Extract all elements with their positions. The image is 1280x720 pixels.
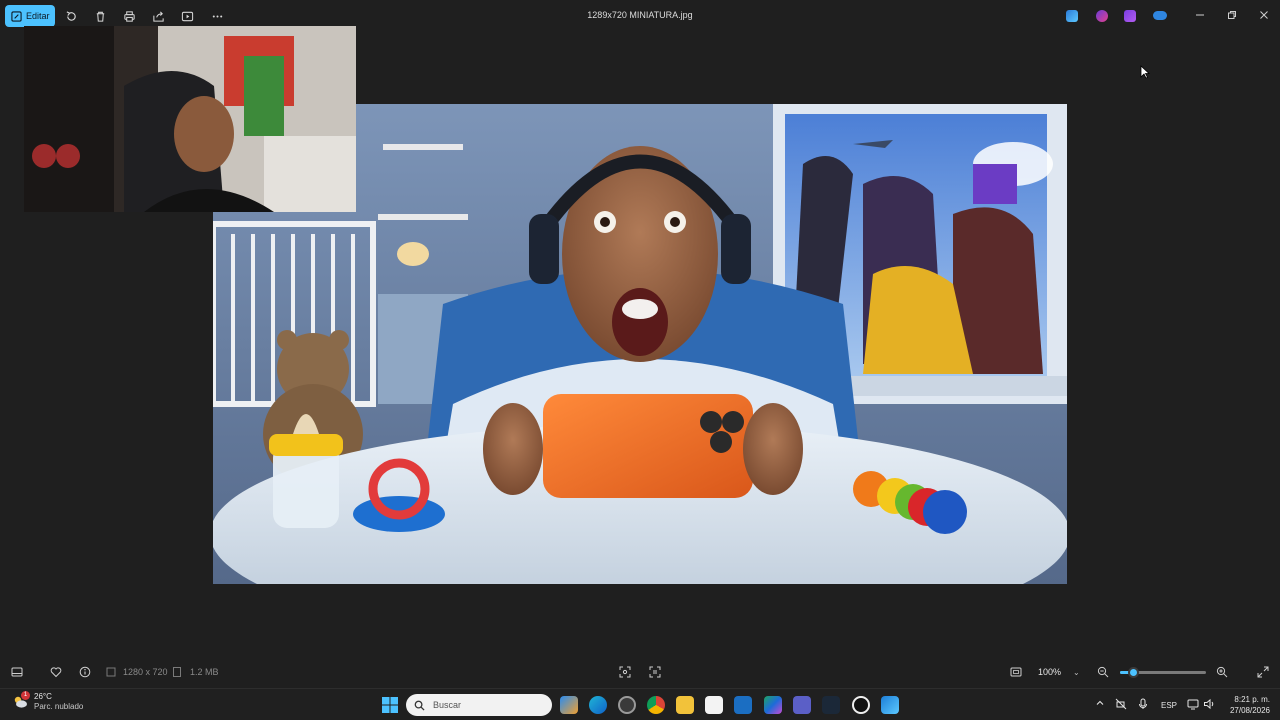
share-icon[interactable] xyxy=(151,9,165,23)
search-placeholder: Buscar xyxy=(433,700,462,710)
microphone-icon[interactable] xyxy=(1138,698,1148,712)
text-scan-icon[interactable] xyxy=(648,665,662,679)
file-explorer-taskbar-icon[interactable] xyxy=(676,696,694,714)
delete-icon[interactable] xyxy=(93,9,107,23)
webcam-feed xyxy=(24,26,356,212)
edit-icon xyxy=(11,10,22,22)
restore-icon[interactable] xyxy=(1225,8,1239,22)
photos-app-window: Editar 1289x720 MINIATURA.jpg 1280 x 720… xyxy=(0,0,1280,688)
app-taskbar-icon[interactable] xyxy=(852,696,870,714)
file-size-icon xyxy=(170,665,184,679)
network-muted-icon[interactable] xyxy=(1115,698,1127,712)
copilot-taskbar-icon[interactable] xyxy=(560,696,578,714)
weather-condition: Parc. nublado xyxy=(34,702,84,711)
teams-taskbar-icon[interactable] xyxy=(793,696,811,714)
photos-taskbar-icon[interactable] xyxy=(881,696,899,714)
volume-icon[interactable] xyxy=(1203,698,1215,712)
weather-widget[interactable]: 1 26°C Parc. nublado xyxy=(12,691,84,712)
webcam-overlay xyxy=(24,26,356,212)
onedrive-icon[interactable] xyxy=(1153,11,1167,20)
file-info-icon[interactable] xyxy=(78,665,92,679)
clock-date: 27/08/2026 xyxy=(1229,706,1270,715)
fullscreen-icon[interactable] xyxy=(1256,665,1270,679)
edge-taskbar-icon[interactable] xyxy=(589,696,607,714)
mail-taskbar-icon[interactable] xyxy=(734,696,752,714)
zoom-out-icon[interactable] xyxy=(1096,665,1110,679)
clipchamp-app-icon[interactable] xyxy=(1124,10,1136,22)
start-button[interactable] xyxy=(381,696,399,714)
image-dimensions: 1280 x 720 xyxy=(123,667,168,677)
zoom-dropdown[interactable]: 100% ⌄ xyxy=(1028,662,1086,682)
slideshow-icon[interactable] xyxy=(180,9,194,23)
file-title: 1289x720 MINIATURA.jpg xyxy=(587,10,693,20)
search-icon xyxy=(414,700,425,711)
filmstrip-icon[interactable] xyxy=(10,665,24,679)
weather-icon: 1 xyxy=(12,691,30,710)
minimize-icon[interactable] xyxy=(1193,8,1207,22)
clock-time: 8:21 p. m. xyxy=(1234,695,1270,704)
copilot-app-icon[interactable] xyxy=(1096,10,1108,22)
taskbar-clock[interactable]: 8:21 p. m. 27/08/2026 xyxy=(1220,694,1270,716)
visual-search-icon[interactable] xyxy=(618,665,632,679)
edit-button[interactable]: Editar xyxy=(5,5,55,27)
rotate-icon[interactable] xyxy=(64,9,78,23)
display-icon[interactable] xyxy=(1187,698,1199,712)
taskbar-search-box[interactable]: Buscar xyxy=(406,694,552,716)
obs-taskbar-icon[interactable] xyxy=(618,696,636,714)
zoom-level: 100% xyxy=(1038,667,1062,677)
mouse-cursor xyxy=(1140,65,1151,84)
store-taskbar-icon[interactable] xyxy=(705,696,723,714)
chrome-taskbar-icon[interactable] xyxy=(647,696,665,714)
taskbar: 1 26°C Parc. nublado Buscar ESP 8:21 p. … xyxy=(0,688,1280,720)
designer-app-icon[interactable] xyxy=(1066,10,1078,22)
steam-taskbar-icon[interactable] xyxy=(822,696,840,714)
status-bar: 1280 x 720 1.2 MB xyxy=(0,656,1280,688)
favorite-icon[interactable] xyxy=(49,665,63,679)
resolution-icon xyxy=(104,665,118,679)
more-options-icon[interactable] xyxy=(210,9,224,23)
fit-to-window-icon[interactable] xyxy=(1009,665,1023,679)
edit-button-label: Editar xyxy=(26,11,50,21)
chevron-down-icon: ⌄ xyxy=(1073,667,1080,677)
microsoft365-taskbar-icon[interactable] xyxy=(764,696,782,714)
weather-temperature: 26°C xyxy=(34,692,52,701)
weather-badge: 1 xyxy=(21,691,30,700)
zoom-in-icon[interactable] xyxy=(1215,665,1229,679)
chevron-up-icon[interactable] xyxy=(1095,698,1105,710)
file-size: 1.2 MB xyxy=(190,667,219,677)
zoom-slider[interactable] xyxy=(1120,667,1206,678)
windows-icon xyxy=(382,697,398,713)
print-icon[interactable] xyxy=(122,9,136,23)
language-indicator[interactable]: ESP xyxy=(1161,701,1177,710)
close-icon[interactable] xyxy=(1257,8,1271,22)
